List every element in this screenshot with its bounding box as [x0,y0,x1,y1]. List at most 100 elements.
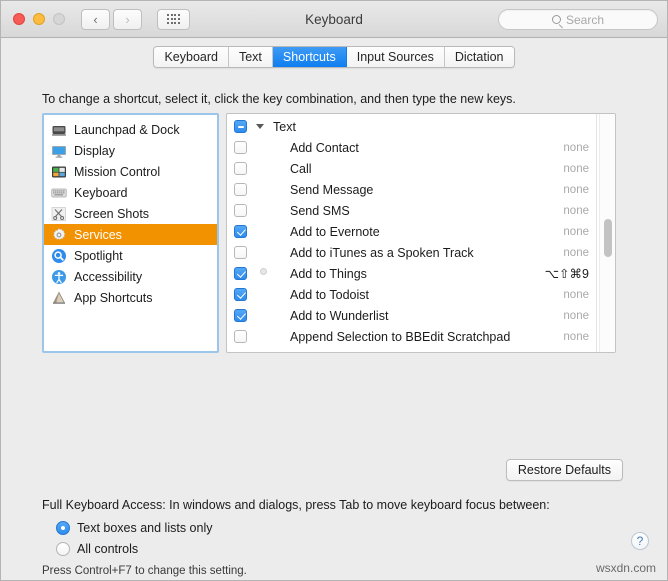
table-row[interactable]: Append Selection to BBEdit Scratchpad no… [227,326,615,347]
list-scrollbar[interactable] [599,114,615,352]
row-checkbox[interactable] [234,183,247,196]
pane-resize-handle[interactable] [260,268,267,275]
row-checkbox[interactable] [234,204,247,217]
screen-shots-icon [51,206,67,222]
sidebar-item-label: Services [74,228,122,242]
shortcut-list-pane[interactable]: Text Add Contact none Call none [226,113,616,353]
tab-dictation[interactable]: Dictation [445,47,514,67]
shortcut-value[interactable]: none [563,289,589,301]
back-button[interactable]: ‹ [81,9,110,30]
shortcut-value[interactable]: none [563,163,589,175]
sidebar-item-launchpad-dock[interactable]: Launchpad & Dock [44,119,217,140]
row-checkbox[interactable] [234,225,247,238]
shortcut-name: Add Contact [290,141,359,155]
sidebar-item-keyboard[interactable]: Keyboard [44,182,217,203]
shortcut-value[interactable]: none [563,226,589,238]
sidebar-item-label: Screen Shots [74,207,149,221]
category-sidebar[interactable]: Launchpad & Dock Display [42,113,219,353]
group-checkbox-mixed-icon[interactable] [234,120,247,133]
sidebar-item-display[interactable]: Display [44,140,217,161]
table-row[interactable]: Add to Wunderlist none [227,305,615,326]
keyboard-preferences-window: ‹ › Keyboard Search Keyboard Text Shortc… [0,0,668,581]
row-checkbox[interactable] [234,267,247,280]
radio-all-controls[interactable]: All controls [56,542,138,556]
table-row[interactable]: Call none [227,158,615,179]
row-checkbox[interactable] [234,309,247,322]
sidebar-item-accessibility[interactable]: Accessibility [44,266,217,287]
show-all-button[interactable] [157,9,190,30]
sidebar-item-services[interactable]: Services [44,224,217,245]
tab-bar-container: Keyboard Text Shortcuts Input Sources Di… [1,38,667,75]
window-titlebar: ‹ › Keyboard Search [1,1,667,38]
tab-keyboard[interactable]: Keyboard [154,47,229,67]
shortcut-value[interactable]: none [563,247,589,259]
shortcut-name: Send Message [290,183,373,197]
sidebar-item-screen-shots[interactable]: Screen Shots [44,203,217,224]
shortcut-name: Add to Wunderlist [290,309,388,323]
shortcut-name: Call [290,162,312,176]
full-keyboard-access-label: Full Keyboard Access: In windows and dia… [42,498,550,512]
table-row[interactable]: Add to Things ⌥⇧⌘9 [227,263,615,284]
help-button[interactable]: ? [631,532,649,550]
table-row[interactable]: Add to iTunes as a Spoken Track none [227,242,615,263]
zoom-button-icon [53,13,65,25]
sidebar-item-label: Accessibility [74,270,142,284]
radio-label: All controls [77,542,138,556]
scrollbar-thumb[interactable] [604,219,612,257]
accessibility-icon [51,269,67,285]
sidebar-item-app-shortcuts[interactable]: App Shortcuts [44,287,217,308]
tab-text[interactable]: Text [229,47,273,67]
table-row[interactable]: Add Contact none [227,137,615,158]
close-button-icon[interactable] [13,13,25,25]
forward-button: › [113,9,142,30]
shortcut-name: Append Selection to BBEdit Scratchpad [290,330,510,344]
shortcut-name: Add to Todoist [290,288,369,302]
shortcut-name: Add to Things [290,267,367,281]
row-checkbox[interactable] [234,141,247,154]
tab-input-sources[interactable]: Input Sources [347,47,445,67]
shortcut-value[interactable]: none [563,331,589,343]
table-row[interactable]: Send Message none [227,179,615,200]
spotlight-icon [51,248,67,264]
shortcut-value[interactable]: none [563,184,589,196]
row-checkbox[interactable] [234,162,247,175]
table-row[interactable]: Send SMS none [227,200,615,221]
sidebar-item-label: Mission Control [74,165,160,179]
row-checkbox[interactable] [234,246,247,259]
sidebar-item-label: Launchpad & Dock [74,123,180,137]
search-field[interactable]: Search [498,9,658,30]
sidebar-item-spotlight[interactable]: Spotlight [44,245,217,266]
shortcuts-panes: Launchpad & Dock Display [42,113,616,353]
app-shortcuts-icon [51,290,67,306]
search-icon [552,15,561,24]
shortcut-value[interactable]: none [563,205,589,217]
sidebar-item-mission-control[interactable]: Mission Control [44,161,217,182]
display-icon [51,143,67,159]
shortcut-value[interactable]: none [563,142,589,154]
table-row[interactable]: Add to Evernote none [227,221,615,242]
radio-button-icon[interactable] [56,521,70,535]
tab-shortcuts[interactable]: Shortcuts [273,47,347,67]
tab-bar: Keyboard Text Shortcuts Input Sources Di… [153,46,514,68]
instructions-text: To change a shortcut, select it, click t… [42,92,516,106]
shortcut-group-row-text[interactable]: Text [227,116,615,137]
group-label: Text [273,120,296,134]
radio-text-boxes-and-lists-only[interactable]: Text boxes and lists only [56,521,213,535]
shortcut-value[interactable]: ⌥⇧⌘9 [545,266,589,281]
restore-defaults-button[interactable]: Restore Defaults [506,459,623,481]
row-checkbox[interactable] [234,330,247,343]
table-row[interactable]: Add to Todoist none [227,284,615,305]
shortcut-name: Add to iTunes as a Spoken Track [290,246,474,260]
control-f7-footnote: Press Control+F7 to change this setting. [42,565,247,577]
shortcut-name: Send SMS [290,204,350,218]
sidebar-item-label: App Shortcuts [74,291,153,305]
disclosure-triangle-icon[interactable] [256,124,264,129]
keyboard-icon [51,185,67,201]
row-checkbox[interactable] [234,288,247,301]
launchpad-dock-icon [51,122,67,138]
mission-control-icon [51,164,67,180]
minimize-button-icon[interactable] [33,13,45,25]
shortcut-value[interactable]: none [563,310,589,322]
radio-button-icon[interactable] [56,542,70,556]
show-all-grid-icon [167,14,180,23]
